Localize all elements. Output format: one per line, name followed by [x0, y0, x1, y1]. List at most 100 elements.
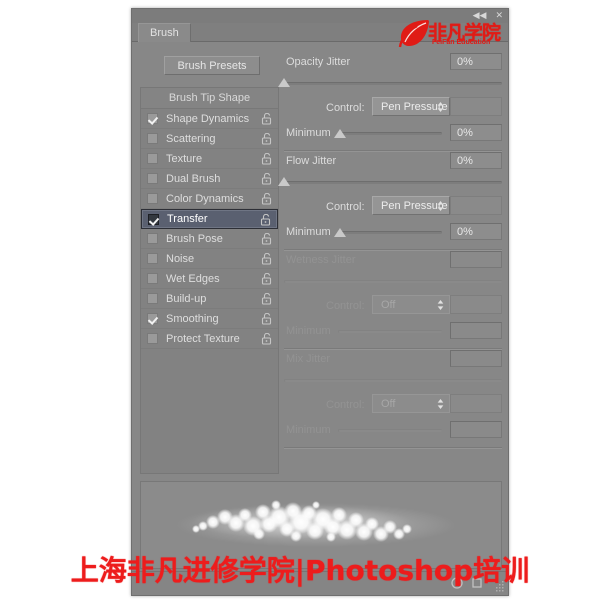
option-label: Noise: [166, 252, 195, 265]
unlock-icon[interactable]: [261, 273, 272, 285]
flow-jitter-slider[interactable]: [278, 175, 502, 191]
opacity-jitter-minimum-row: Minimum 0%: [284, 124, 502, 144]
checkbox-5[interactable]: [148, 213, 159, 225]
option-row-noise[interactable]: Noise: [141, 249, 278, 269]
minimum-track[interactable]: [338, 429, 442, 432]
checkbox-7[interactable]: [147, 253, 158, 264]
checkbox-2[interactable]: [147, 153, 158, 164]
stepper-arrows-icon[interactable]: [437, 200, 444, 212]
checkbox-10[interactable]: [147, 313, 158, 324]
control-label: Control:: [326, 102, 365, 114]
section-divider: [284, 447, 502, 449]
minimum-label: Minimum: [286, 226, 331, 238]
mix-jitter-control-select[interactable]: Off: [372, 394, 450, 413]
flow-jitter-control-select[interactable]: Pen Pressure: [372, 196, 450, 215]
checkbox-4[interactable]: [147, 193, 158, 204]
wetness-jitter-control-select[interactable]: Off: [372, 295, 450, 314]
minimum-track[interactable]: [338, 330, 442, 333]
wetness-jitter-slider[interactable]: [284, 274, 502, 290]
minimum-knob[interactable]: [334, 228, 346, 237]
flow-jitter-minimum-value[interactable]: 0%: [450, 223, 502, 240]
unlock-icon[interactable]: [261, 153, 272, 165]
minimum-label: Minimum: [286, 325, 331, 337]
mix-jitter-minimum-value[interactable]: [450, 421, 502, 438]
opacity-jitter-minimum-value[interactable]: 0%: [450, 124, 502, 141]
unlock-icon[interactable]: [261, 133, 272, 145]
opacity-jitter-slider[interactable]: [278, 76, 502, 92]
checkbox-8[interactable]: [147, 273, 158, 284]
unlock-icon[interactable]: [261, 173, 272, 185]
option-row-texture[interactable]: Texture: [141, 149, 278, 169]
checkbox-0[interactable]: [147, 113, 158, 124]
option-row-scattering[interactable]: Scattering: [141, 129, 278, 149]
option-label: Brush Pose: [166, 232, 223, 245]
minimum-track[interactable]: [338, 132, 442, 135]
stepper-arrows-icon[interactable]: [437, 299, 444, 311]
brush-presets-button[interactable]: Brush Presets: [164, 56, 260, 75]
slider-track[interactable]: [284, 181, 502, 184]
control-label: Control:: [326, 399, 365, 411]
unlock-icon[interactable]: [260, 214, 271, 226]
opacity-jitter-control-select[interactable]: Pen Pressure: [372, 97, 450, 116]
mix-jitter-minimum-row: Minimum: [284, 421, 502, 441]
control-select-value: Off: [381, 398, 396, 410]
slider-track[interactable]: [284, 82, 502, 85]
resize-grip-icon[interactable]: [494, 581, 505, 592]
option-row-build-up[interactable]: Build-up: [141, 289, 278, 309]
slider-knob[interactable]: [278, 177, 290, 186]
stepper-arrows-icon[interactable]: [437, 398, 444, 410]
control-label: Control:: [326, 201, 365, 213]
window-controls: ◀◀ ✕: [473, 10, 503, 20]
delete-brush-icon[interactable]: [470, 576, 484, 590]
option-label: Texture: [166, 152, 203, 165]
option-row-dual-brush[interactable]: Dual Brush: [141, 169, 278, 189]
option-row-transfer[interactable]: Transfer: [141, 209, 278, 229]
unlock-icon[interactable]: [261, 193, 272, 205]
tab-brush[interactable]: Brush: [138, 23, 191, 42]
tab-strip: Brush: [132, 23, 508, 42]
flow-jitter-control-row: Control: Pen Pressure: [284, 196, 502, 220]
unlock-icon[interactable]: [261, 333, 272, 345]
checkbox-1[interactable]: [147, 133, 158, 144]
checkbox-3[interactable]: [147, 173, 158, 184]
mix-jitter-slider[interactable]: [284, 373, 502, 389]
option-label: Transfer: [167, 213, 208, 225]
wetness-jitter-minimum-row: Minimum: [284, 322, 502, 342]
option-row-shape-dynamics[interactable]: Shape Dynamics: [141, 109, 278, 129]
unlock-icon[interactable]: [261, 313, 272, 325]
option-rows-container: Shape Dynamics Scattering Texture Dual Brus…: [141, 109, 278, 349]
slider-knob[interactable]: [278, 78, 290, 87]
minimum-track[interactable]: [338, 231, 442, 234]
mix-jitter-header: Mix Jitter: [284, 350, 502, 372]
slider-track[interactable]: [284, 280, 502, 283]
brush-option-list: Brush Tip Shape Shape Dynamics Scattering…: [140, 87, 279, 474]
wetness-jitter-minimum-value[interactable]: [450, 322, 502, 339]
wetness-jitter-label: Wetness Jitter: [286, 254, 356, 266]
wetness-jitter-header: Wetness Jitter: [284, 251, 502, 273]
unlock-icon[interactable]: [261, 233, 272, 245]
unlock-icon[interactable]: [261, 253, 272, 265]
checkbox-11[interactable]: [147, 333, 158, 344]
mix-jitter-control-spacer: [450, 394, 502, 413]
checkbox-6[interactable]: [147, 233, 158, 244]
wetness-jitter-value[interactable]: [450, 251, 502, 268]
option-row-color-dynamics[interactable]: Color Dynamics: [141, 189, 278, 209]
flow-jitter-value[interactable]: 0%: [450, 152, 502, 169]
minimum-knob[interactable]: [334, 129, 346, 138]
collapse-icon[interactable]: ◀◀: [473, 10, 487, 20]
option-label: Dual Brush: [166, 172, 221, 185]
opacity-jitter-value[interactable]: 0%: [450, 53, 502, 70]
close-icon[interactable]: ✕: [495, 10, 503, 20]
brush-tip-shape-header[interactable]: Brush Tip Shape: [141, 88, 278, 109]
slider-track[interactable]: [284, 379, 502, 382]
option-row-smoothing[interactable]: Smoothing: [141, 309, 278, 329]
option-row-brush-pose[interactable]: Brush Pose: [141, 229, 278, 249]
unlock-icon[interactable]: [261, 293, 272, 305]
option-row-wet-edges[interactable]: Wet Edges: [141, 269, 278, 289]
mix-jitter-value[interactable]: [450, 350, 502, 367]
stepper-arrows-icon[interactable]: [437, 101, 444, 113]
checkbox-9[interactable]: [147, 293, 158, 304]
option-row-protect-texture[interactable]: Protect Texture: [141, 329, 278, 349]
new-brush-icon[interactable]: [450, 576, 464, 590]
unlock-icon[interactable]: [261, 113, 272, 125]
